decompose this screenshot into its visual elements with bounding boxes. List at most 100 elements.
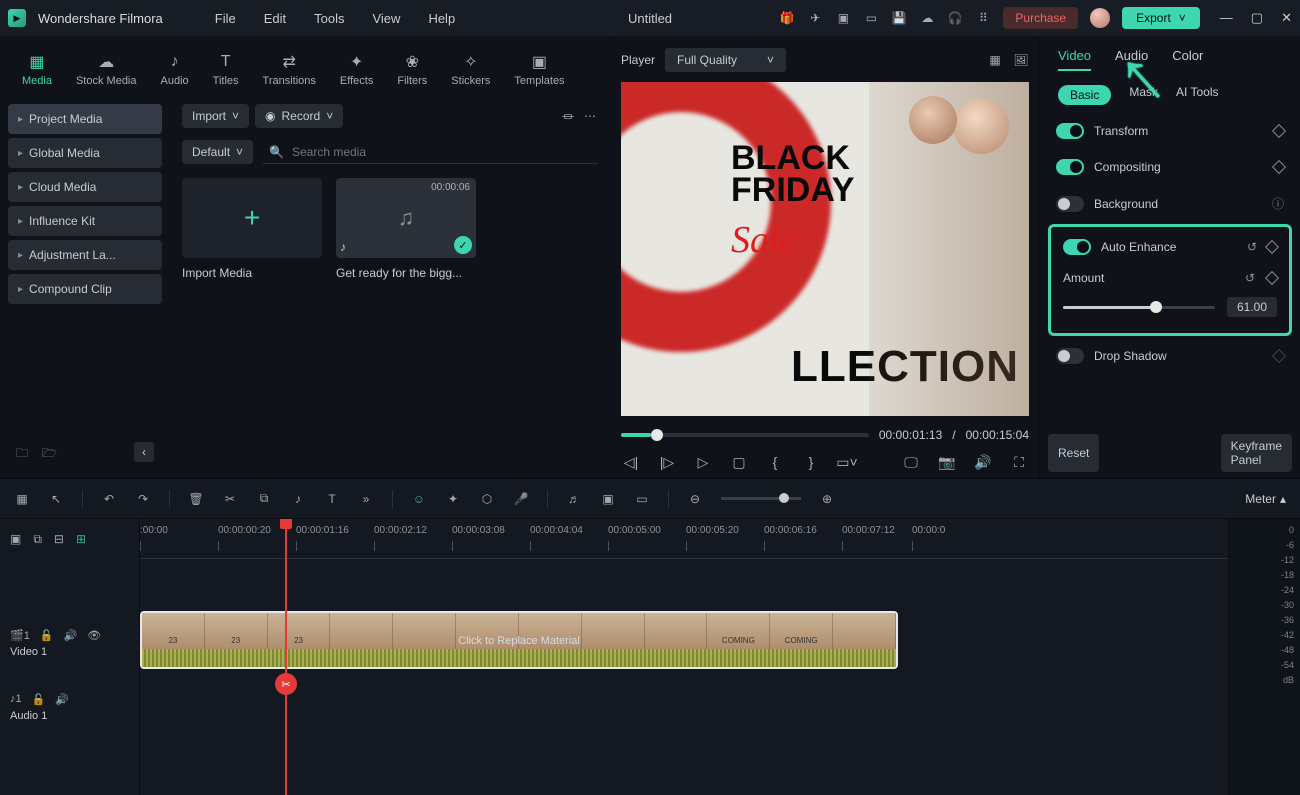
sidebar-global-media[interactable]: Global Media <box>8 138 162 168</box>
video-track-header[interactable]: 🎬1🔓🔊👁 Video 1 <box>0 611 139 675</box>
playhead[interactable] <box>285 519 287 795</box>
tab-stickers[interactable]: ✧Stickers <box>449 49 492 91</box>
keyframe-panel-button[interactable]: Keyframe Panel <box>1221 434 1292 472</box>
shield-icon[interactable]: ⬡ <box>479 491 495 507</box>
amount-value[interactable]: 61.00 <box>1227 297 1277 317</box>
tab-stock-media[interactable]: ☁Stock Media <box>74 49 139 91</box>
tab-titles[interactable]: TTitles <box>211 49 241 91</box>
menu-file[interactable]: File <box>215 11 236 26</box>
tab-video[interactable]: Video <box>1058 48 1091 71</box>
toggle-compositing[interactable] <box>1056 159 1084 175</box>
reset-icon[interactable]: ↺ <box>1247 240 1257 254</box>
toggle-background[interactable] <box>1056 196 1084 212</box>
zoom-slider[interactable] <box>721 497 801 500</box>
seek-slider[interactable] <box>621 433 869 437</box>
help-icon[interactable]: ⓘ <box>1272 195 1284 212</box>
tab-templates[interactable]: ▣Templates <box>512 49 566 91</box>
link-tracks-icon[interactable]: ▣ <box>10 532 21 546</box>
delete-button[interactable]: 🗑 <box>188 491 204 507</box>
eye-icon[interactable]: 👁 <box>87 629 101 642</box>
import-button[interactable]: Import˅ <box>182 104 249 128</box>
cloud-icon[interactable]: ☁ <box>919 10 935 26</box>
record-button[interactable]: ◉Record˅ <box>255 104 343 128</box>
subtab-basic[interactable]: Basic <box>1058 85 1111 105</box>
grid-tool-icon[interactable]: ▦ <box>14 491 30 507</box>
lock-icon[interactable]: 🔓 <box>40 629 54 642</box>
keyframe-drop-shadow[interactable] <box>1272 349 1286 363</box>
stop-button[interactable]: ▢ <box>731 454 747 470</box>
music-tool-icon[interactable]: ♪ <box>290 491 306 507</box>
search-field[interactable]: 🔍 <box>263 141 598 164</box>
next-frame-button[interactable]: |▷ <box>659 454 675 470</box>
maximize-button[interactable]: ▢ <box>1251 10 1263 26</box>
sparkle-icon[interactable]: ✦ <box>445 491 461 507</box>
toggle-transform[interactable] <box>1056 123 1084 139</box>
minimize-button[interactable]: — <box>1220 10 1233 26</box>
sidebar-project-media[interactable]: Project Media <box>8 104 162 134</box>
mute-icon[interactable]: 🔊 <box>55 693 69 706</box>
timeline-tracks[interactable]: :00:00 00:00:00:20 00:00:01:16 00:00:02:… <box>140 519 1228 795</box>
smile-icon[interactable]: ☺ <box>411 491 427 507</box>
mark-out-button[interactable]: } <box>803 454 819 470</box>
reset-button[interactable]: Reset <box>1048 434 1099 472</box>
cut-button[interactable]: ✂ <box>222 491 238 507</box>
mute-icon[interactable]: 🔊 <box>64 629 78 642</box>
keyframe-auto-enhance[interactable] <box>1265 240 1279 254</box>
quality-dropdown[interactable]: Full Quality˅ <box>665 48 786 72</box>
export-button[interactable]: Export˅ <box>1122 7 1200 29</box>
subtab-ai-tools[interactable]: AI Tools <box>1176 85 1218 105</box>
select-tool-icon[interactable]: ↖ <box>48 491 64 507</box>
audio-track-header[interactable]: ♪1🔓🔊 Audio 1 <box>0 675 139 739</box>
sidebar-compound-clip[interactable]: Compound Clip <box>8 274 162 304</box>
device-icon[interactable]: ▣ <box>835 10 851 26</box>
pip-icon[interactable]: ▣ <box>600 491 616 507</box>
mark-in-button[interactable]: { <box>767 454 783 470</box>
toggle-auto-enhance[interactable] <box>1063 239 1091 255</box>
chain-icon[interactable]: ⧉ <box>33 532 42 547</box>
tab-media[interactable]: ▦Media <box>20 49 54 91</box>
gift-icon[interactable]: 🎁 <box>779 10 795 26</box>
sidebar-influence-kit[interactable]: Influence Kit <box>8 206 162 236</box>
marker-tool-icon[interactable]: ⊞ <box>76 532 86 546</box>
sidebar-cloud-media[interactable]: Cloud Media <box>8 172 162 202</box>
zoom-out-button[interactable]: ⊖ <box>687 491 703 507</box>
new-folder-icon[interactable]: 🗁 <box>42 444 58 460</box>
headset-icon[interactable]: 🎧 <box>947 10 963 26</box>
menu-tools[interactable]: Tools <box>314 11 344 26</box>
save-icon[interactable]: 💾 <box>891 10 907 26</box>
menu-edit[interactable]: Edit <box>264 11 286 26</box>
volume-button[interactable]: 🔊 <box>975 454 991 470</box>
close-button[interactable]: ✕ <box>1281 10 1292 26</box>
tab-transitions[interactable]: ⇄Transitions <box>261 49 318 91</box>
send-icon[interactable]: ✈ <box>807 10 823 26</box>
video-clip[interactable]: 232323COMINGCOMING Click to Replace Mate… <box>140 611 898 669</box>
ratio-button[interactable]: ▭˅ <box>839 454 855 470</box>
preview-viewport[interactable]: BLACKFRIDAY Sale LLECTION <box>621 82 1029 416</box>
menu-help[interactable]: Help <box>428 11 455 26</box>
time-ruler[interactable]: :00:00 00:00:00:20 00:00:01:16 00:00:02:… <box>140 519 1228 559</box>
apps-icon[interactable]: ⠿ <box>975 10 991 26</box>
display-button[interactable]: 🖵 <box>903 454 919 470</box>
prev-frame-button[interactable]: ◁| <box>623 454 639 470</box>
tab-audio[interactable]: ♪Audio <box>159 49 191 91</box>
snapshot-button[interactable]: 📷 <box>939 454 955 470</box>
keyframe-transform[interactable] <box>1272 124 1286 138</box>
zoom-in-button[interactable]: ⊕ <box>819 491 835 507</box>
media-clip-card[interactable]: 00:00:06 ♫ ♪ ✓ Get ready for the bigg... <box>336 178 476 280</box>
import-media-card[interactable]: + Import Media <box>182 178 322 280</box>
sidebar-adjustment-layer[interactable]: Adjustment La... <box>8 240 162 270</box>
sort-button[interactable]: Default˅ <box>182 140 253 164</box>
render-icon[interactable]: ▭ <box>634 491 650 507</box>
lock-icon[interactable]: 🔓 <box>32 693 46 706</box>
more-icon[interactable]: ⋯ <box>582 108 598 124</box>
purchase-button[interactable]: Purchase <box>1003 7 1078 29</box>
crop-button[interactable]: ⧉ <box>256 491 272 507</box>
tab-filters[interactable]: ❀Filters <box>395 49 429 91</box>
music-beat-icon[interactable]: ♬ <box>566 491 582 507</box>
collapse-sidebar-button[interactable]: ‹ <box>134 442 154 462</box>
play-button[interactable]: ▷ <box>695 454 711 470</box>
subtab-mask[interactable]: Mask <box>1129 85 1158 105</box>
toggle-drop-shadow[interactable] <box>1056 348 1084 364</box>
tab-effects[interactable]: ✦Effects <box>338 49 375 91</box>
image-icon[interactable]: 🖼 <box>1013 52 1029 68</box>
